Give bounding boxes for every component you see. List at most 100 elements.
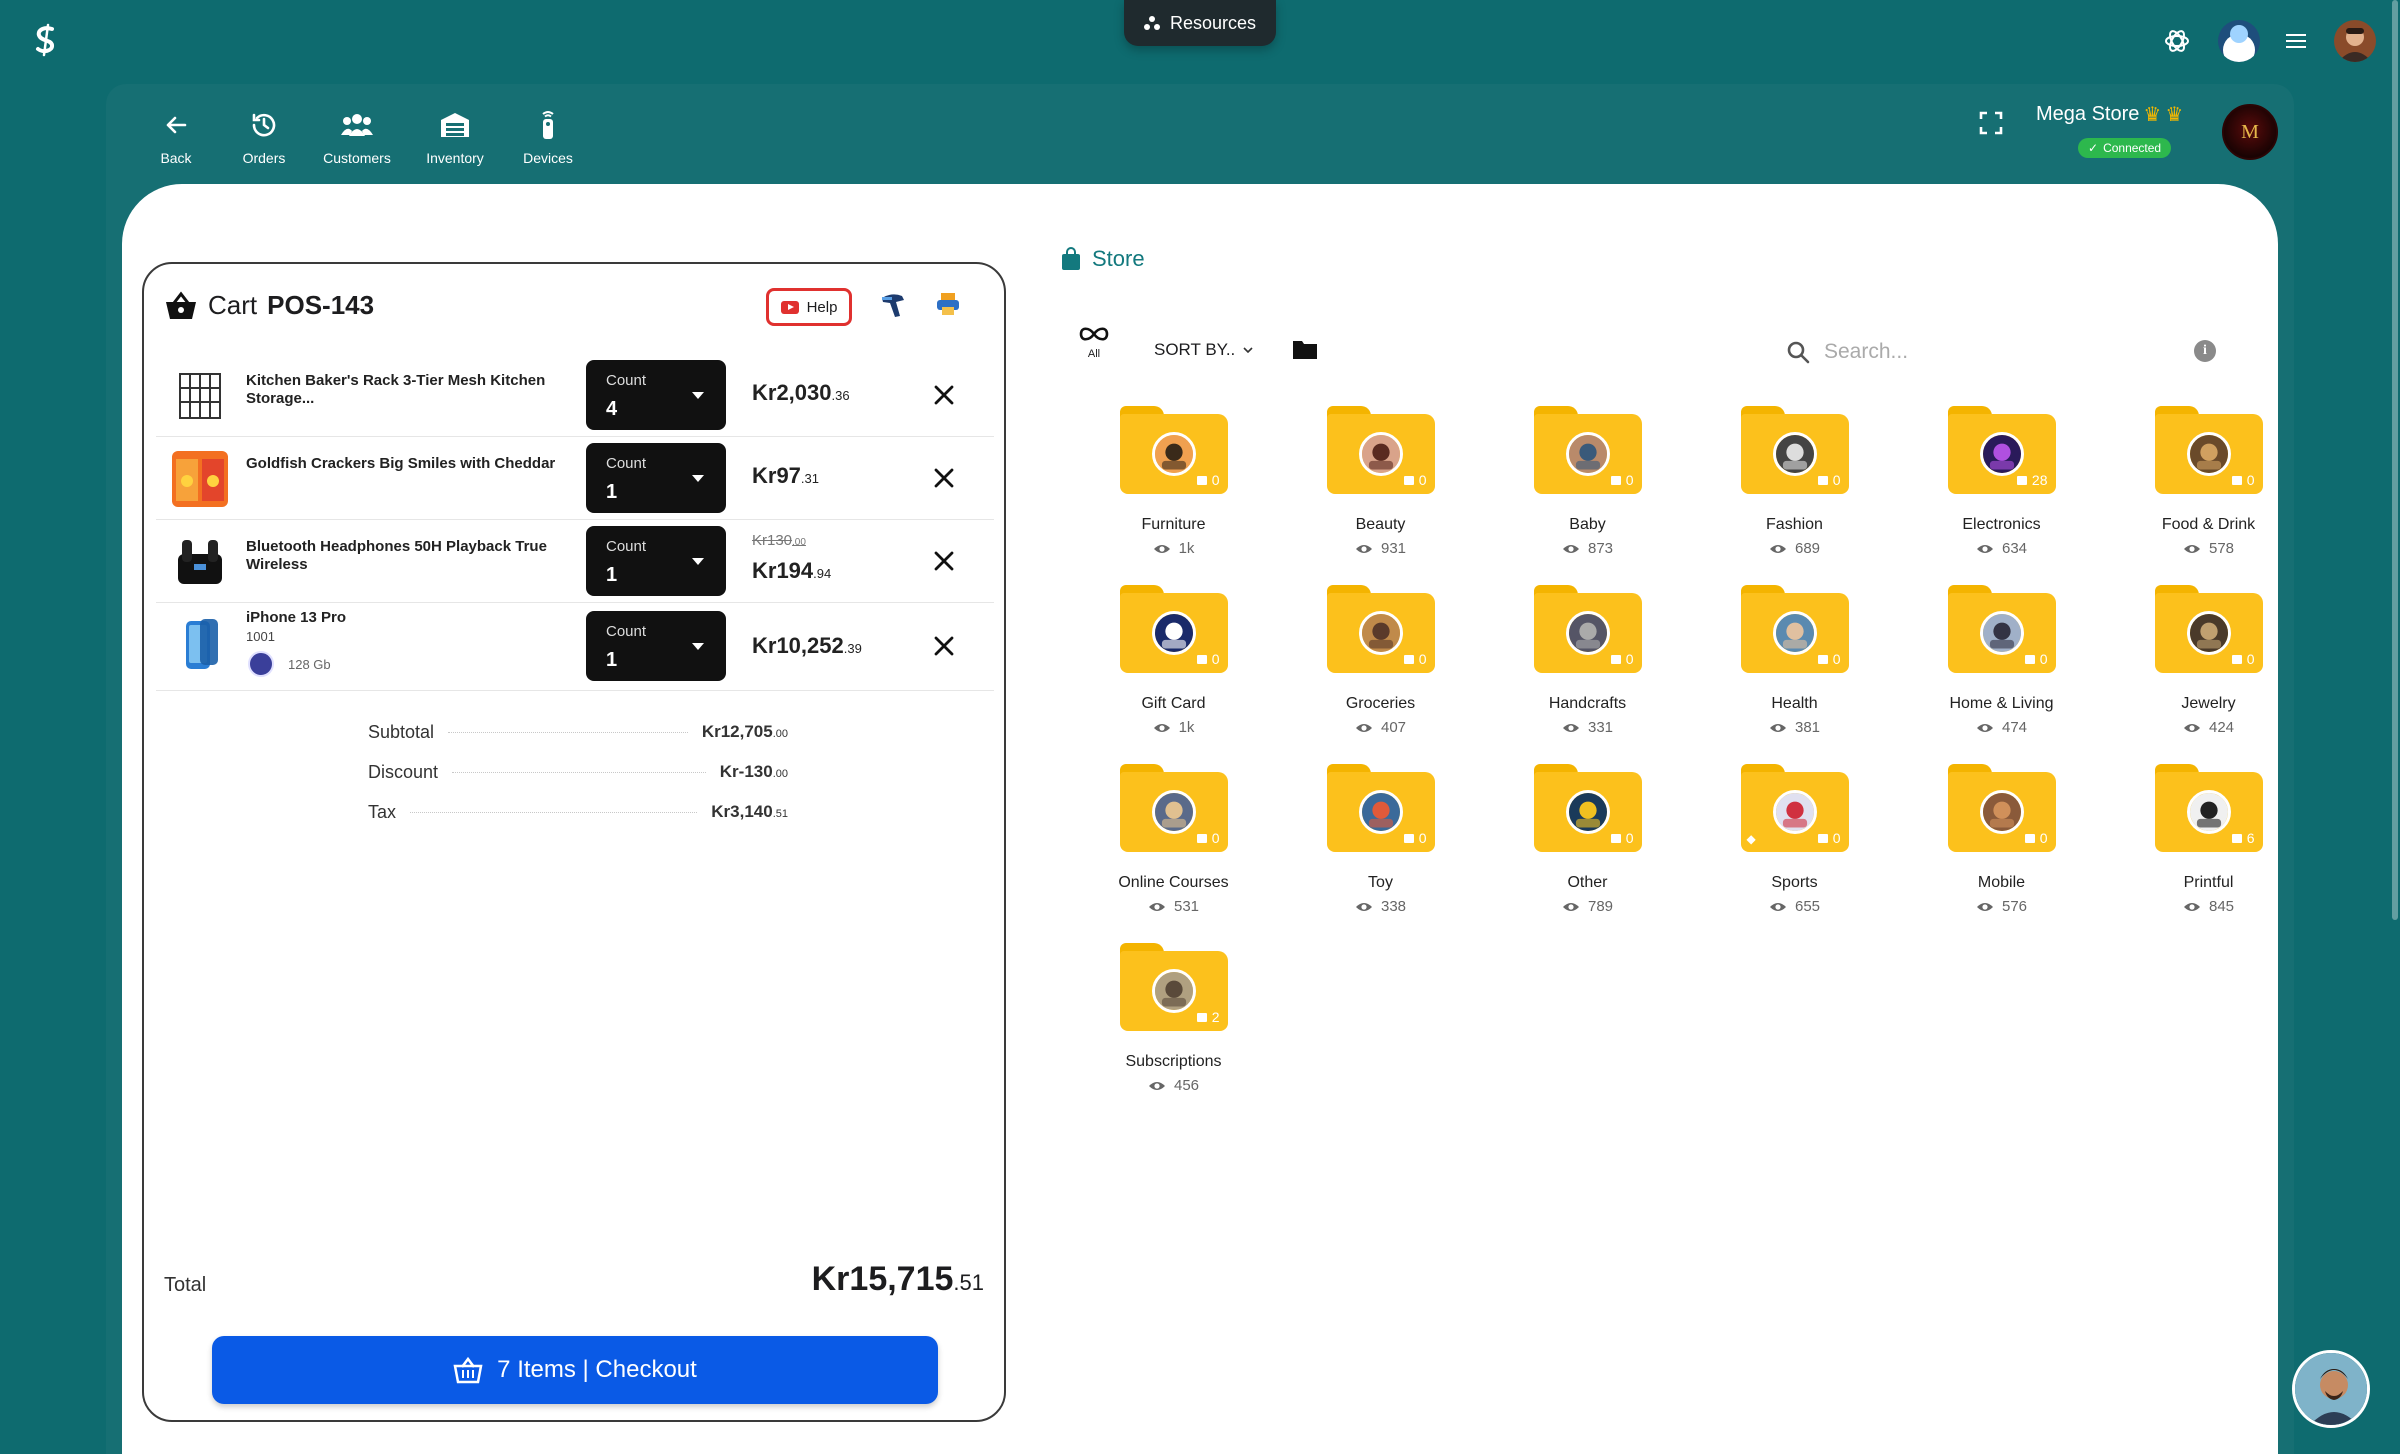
sort-dropdown[interactable]: SORT BY..	[1154, 340, 1253, 360]
product-name: Kitchen Baker's Rack 3-Tier Mesh Kitchen…	[246, 372, 546, 407]
app-logo-icon[interactable]	[28, 22, 64, 58]
nav-back[interactable]: Back	[146, 108, 206, 166]
product-count-icon	[1403, 654, 1414, 664]
category-folder[interactable]: ◆ 0 Sports 655	[1691, 764, 1898, 915]
folder-icon: 0	[1119, 406, 1228, 494]
category-folder[interactable]: 0 Toy 338	[1277, 764, 1484, 915]
folder-icon: 0	[1326, 406, 1435, 494]
filter-all[interactable]: All	[1074, 324, 1114, 360]
nav-devices[interactable]: Devices	[518, 108, 578, 166]
category-folder[interactable]: 0 Online Courses 531	[1070, 764, 1277, 915]
cart-item[interactable]: Bluetooth Headphones 50H Playback True W…	[156, 520, 994, 603]
menu-icon[interactable]	[2286, 32, 2308, 50]
product-thumbnail	[172, 368, 228, 424]
printer-icon[interactable]	[934, 290, 962, 318]
cart-items: Kitchen Baker's Rack 3-Tier Mesh Kitchen…	[156, 354, 994, 691]
tax-line: Tax Kr3,140.51	[368, 801, 788, 822]
quantity-select[interactable]: Count 1	[586, 443, 726, 513]
info-icon[interactable]: i	[2194, 340, 2216, 362]
category-views: 845	[2183, 898, 2234, 915]
eye-icon	[1355, 723, 1372, 732]
cart-item[interactable]: Kitchen Baker's Rack 3-Tier Mesh Kitchen…	[156, 354, 994, 437]
page-scrollbar[interactable]	[2392, 0, 2398, 920]
nav-inventory[interactable]: Inventory	[420, 108, 490, 166]
category-thumbnail	[2186, 790, 2231, 834]
category-name: Health	[1771, 695, 1818, 712]
category-views: 424	[2183, 719, 2234, 736]
category-folder[interactable]: 0 Baby 873	[1484, 406, 1691, 557]
category-folder[interactable]: 6 Printful 845	[2105, 764, 2312, 915]
shopping-bag-icon	[1062, 247, 1080, 270]
checkout-button[interactable]: 7 Items | Checkout	[212, 1336, 938, 1404]
category-folder[interactable]: 0 Food & Drink 578	[2105, 406, 2312, 557]
category-thumbnail	[1979, 790, 2024, 834]
openai-icon[interactable]	[2162, 26, 2192, 56]
store-header[interactable]: Mega Store ♛ ♛ ✓ Connected M	[2036, 92, 2292, 172]
product-count-icon	[1196, 833, 1207, 843]
category-folder[interactable]: 0 Health 381	[1691, 585, 1898, 736]
eye-icon	[1355, 902, 1372, 911]
product-count-icon	[1196, 1012, 1207, 1022]
support-chat-avatar[interactable]	[2292, 1350, 2370, 1428]
category-name: Beauty	[1355, 516, 1406, 533]
top-nav: Back Orders Customers Inventory Devices	[146, 108, 578, 166]
user-avatar[interactable]	[2334, 20, 2376, 62]
category-thumbnail	[1358, 432, 1403, 476]
barcode-scanner-icon[interactable]	[878, 290, 908, 320]
resources-button[interactable]: Resources	[1124, 0, 1276, 46]
category-folder[interactable]: 0 Groceries 407	[1277, 585, 1484, 736]
category-thumbnail	[1565, 790, 1610, 834]
close-icon[interactable]	[931, 382, 957, 408]
quantity-select[interactable]: Count 1	[586, 526, 726, 596]
category-folder[interactable]: 28 Electronics 634	[1898, 406, 2105, 557]
product-price: Kr10,252.39	[752, 633, 862, 658]
eye-icon	[1976, 544, 1993, 553]
category-folder[interactable]: 2 Subscriptions 456	[1070, 943, 1277, 1094]
category-thumbnail	[1565, 432, 1610, 476]
total-value: Kr15,715.51	[811, 1260, 984, 1298]
folder-icon: 0	[1947, 764, 2056, 852]
category-name: Gift Card	[1141, 695, 1206, 712]
basket-icon	[453, 1356, 483, 1384]
category-folder[interactable]: 0 Furniture 1k	[1070, 406, 1277, 557]
folder-icon: ◆ 0	[1740, 764, 1849, 852]
quantity-select[interactable]: Count 1	[586, 611, 726, 681]
eye-icon	[2183, 544, 2200, 553]
category-name: Food & Drink	[2161, 516, 2256, 533]
back-arrow-icon	[166, 116, 187, 134]
category-name: Handcrafts	[1548, 695, 1627, 712]
search-input[interactable]	[1824, 340, 2124, 364]
category-thumbnail	[1151, 969, 1196, 1013]
category-thumbnail	[1772, 790, 1817, 834]
category-folder[interactable]: 0 Other 789	[1484, 764, 1691, 915]
product-count-icon	[1817, 475, 1828, 485]
close-icon[interactable]	[931, 465, 957, 491]
category-folder[interactable]: 0 Fashion 689	[1691, 406, 1898, 557]
color-swatch	[248, 651, 274, 677]
product-count-icon	[1610, 833, 1621, 843]
category-folder[interactable]: 0 Gift Card 1k	[1070, 585, 1277, 736]
cart-item[interactable]: Goldfish Crackers Big Smiles with Chedda…	[156, 437, 994, 520]
quantity-select[interactable]: Count 4	[586, 360, 726, 430]
category-folder[interactable]: 0 Jewelry 424	[2105, 585, 2312, 736]
search-bar[interactable]	[1786, 332, 2176, 372]
category-views: 531	[1148, 898, 1199, 915]
category-folder[interactable]: 0 Beauty 931	[1277, 406, 1484, 557]
product-count-icon	[2231, 475, 2242, 485]
fullscreen-icon[interactable]	[1976, 108, 2006, 138]
category-views: 456	[1148, 1077, 1199, 1094]
category-folder[interactable]: 0 Home & Living 474	[1898, 585, 2105, 736]
store-logo[interactable]: M	[2222, 104, 2278, 160]
folder-icon[interactable]	[1292, 338, 1318, 360]
nav-customers[interactable]: Customers	[322, 108, 392, 166]
theme-avatar-icon[interactable]	[2218, 20, 2260, 62]
nav-orders[interactable]: Orders	[234, 108, 294, 166]
category-folder[interactable]: 0 Mobile 576	[1898, 764, 2105, 915]
help-button[interactable]: Help	[766, 288, 852, 326]
close-icon[interactable]	[931, 633, 957, 659]
eye-icon	[1148, 902, 1165, 911]
cart-item[interactable]: iPhone 13 Pro 1001 128 Gb Count 1 Kr10,2…	[156, 603, 994, 691]
category-folder[interactable]: 0 Handcrafts 331	[1484, 585, 1691, 736]
resources-label: Resources	[1169, 12, 1257, 33]
close-icon[interactable]	[931, 548, 957, 574]
